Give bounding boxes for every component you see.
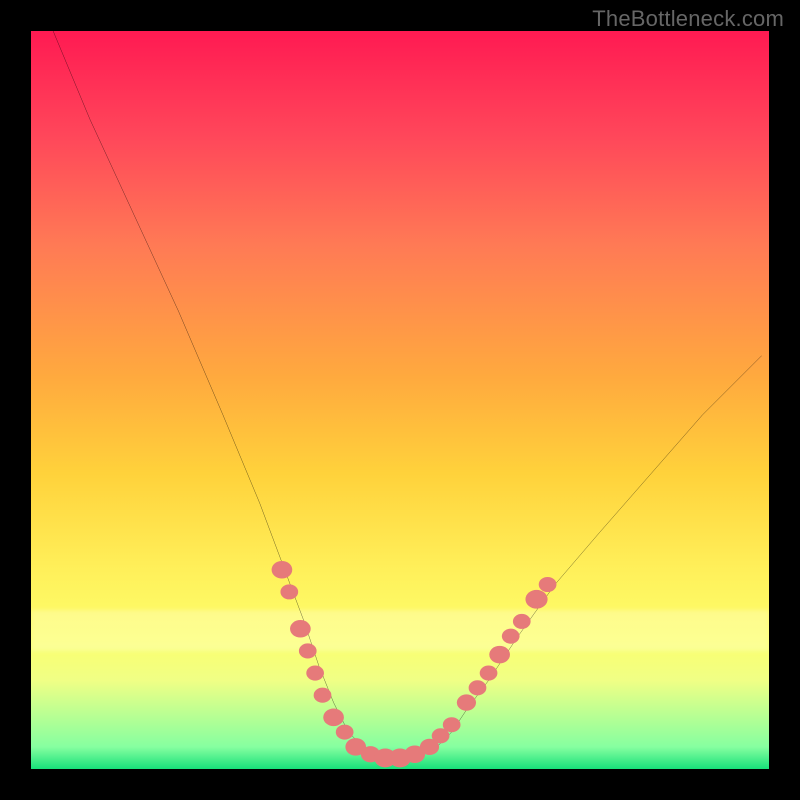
bottleneck-curve — [31, 31, 769, 769]
curve-marker — [323, 709, 344, 727]
curve-marker — [539, 577, 557, 592]
curve-marker — [489, 646, 510, 664]
plot-area — [31, 31, 769, 769]
curve-marker — [272, 561, 293, 579]
curve-marker — [336, 725, 354, 740]
curve-marker — [513, 614, 531, 629]
curve-marker — [280, 584, 298, 599]
curve-marker — [299, 643, 317, 658]
curve-marker — [502, 629, 520, 644]
curve-marker — [443, 717, 461, 732]
curve-marker — [525, 590, 547, 609]
curve-marker — [480, 666, 498, 681]
curve-marker — [457, 694, 476, 710]
curve-marker — [469, 680, 487, 695]
curve-marker — [306, 666, 324, 681]
chart-frame: TheBottleneck.com — [0, 0, 800, 800]
curve-marker — [290, 620, 311, 638]
curve-marker — [314, 688, 332, 703]
credit-text: TheBottleneck.com — [592, 6, 784, 32]
